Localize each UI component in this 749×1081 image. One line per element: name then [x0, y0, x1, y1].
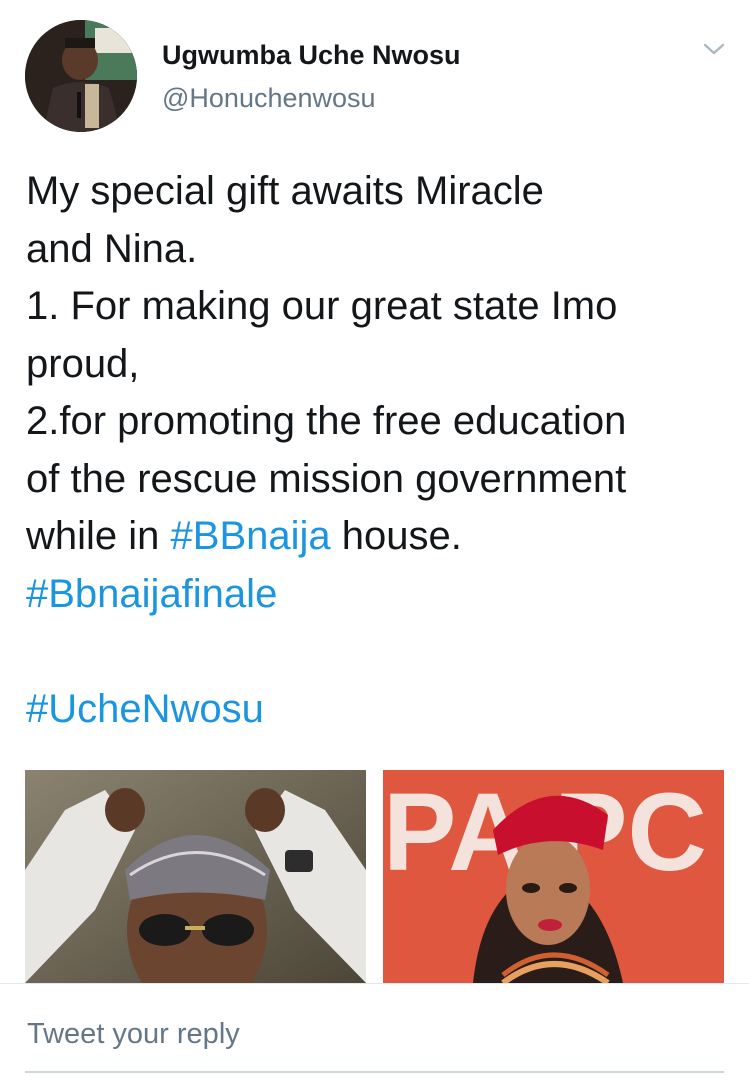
chevron-down-icon[interactable]	[700, 38, 728, 60]
tweet-text-line	[26, 623, 736, 681]
photo-image: PA PC	[383, 770, 724, 983]
tweet-text-line: of the rescue mission government	[26, 451, 736, 509]
media-photo-man-cap[interactable]	[25, 770, 366, 983]
tweet-text-line: My special gift awaits Miracle	[26, 163, 736, 221]
tweet-text-segment: and Nina.	[26, 226, 198, 271]
tweet-text-segment: proud,	[26, 341, 140, 386]
avatar-image	[25, 20, 137, 132]
tweet-text-line: 1. For making our great state Imo	[26, 278, 736, 336]
tweet-text-line: #Bbnaijafinale	[26, 566, 736, 624]
tweet-text-line: proud,	[26, 336, 736, 394]
tweet-text-line: while in #BBnaija house.	[26, 508, 736, 566]
tweet-header: Ugwumba Uche Nwosu @Honuchenwosu	[0, 0, 749, 150]
reply-input-underline	[25, 1071, 724, 1073]
tweet-text-segment: of the rescue mission government	[26, 456, 627, 501]
photo-image	[25, 770, 366, 983]
tweet-text-segment: 2.for promoting the free education	[26, 399, 627, 443]
tweet-text-line: 2.for promoting the free education	[26, 393, 736, 451]
tweet-text-segment: while in	[26, 514, 171, 558]
tweet-text-line: #UcheNwosu	[26, 681, 736, 739]
media-photo-woman-red-cap[interactable]: PA PC	[383, 770, 724, 983]
reply-input[interactable]: Tweet your reply	[27, 1018, 240, 1051]
avatar[interactable]	[25, 20, 137, 132]
author-display-name[interactable]: Ugwumba Uche Nwosu	[162, 40, 461, 71]
hashtag-link[interactable]: #UcheNwosu	[26, 687, 264, 731]
reply-bar: Tweet your reply	[0, 983, 749, 1081]
tweet-text-segment: house.	[330, 514, 462, 558]
hashtag-link[interactable]: #Bbnaijafinale	[26, 572, 277, 616]
tweet-text-segment: 1. For making our great state Imo	[26, 284, 618, 328]
tweet-text: My special gift awaits Miracle and Nina. 1…	[26, 163, 736, 738]
hashtag-link[interactable]: #BBnaija	[171, 514, 331, 558]
tweet-text-segment: My special gift awaits Miracle	[26, 169, 544, 213]
author-handle[interactable]: @Honuchenwosu	[162, 83, 376, 114]
tweet-text-line: and Nina.	[26, 221, 736, 279]
